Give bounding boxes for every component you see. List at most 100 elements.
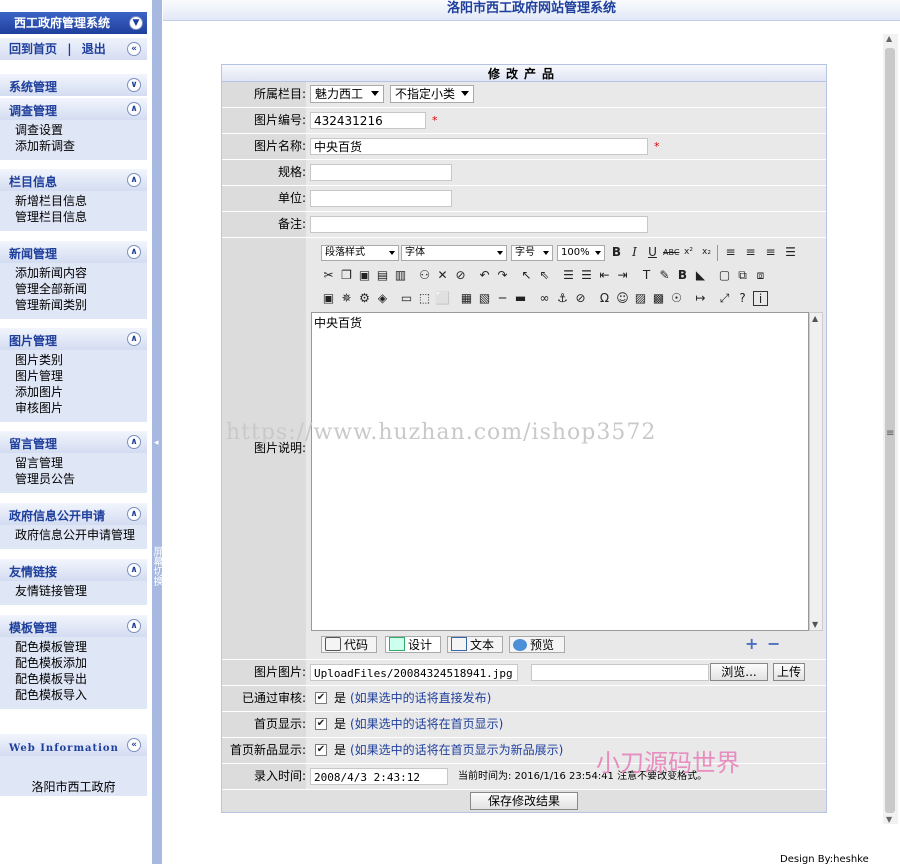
superscript-icon[interactable]: x² bbox=[681, 245, 696, 260]
mode-text-tab[interactable]: 文本 bbox=[447, 636, 503, 653]
sidebar-item[interactable]: 管理新闻类别 bbox=[15, 297, 147, 313]
chevron-up-icon[interactable]: ∧ bbox=[127, 619, 141, 633]
unordered-list-icon[interactable]: ☰ bbox=[579, 268, 594, 283]
sidebar-item[interactable]: 管理全部新闻 bbox=[15, 281, 147, 297]
media-icon[interactable]: ⚙ bbox=[357, 291, 372, 306]
logout-link[interactable]: 退出 bbox=[82, 42, 106, 56]
layer-icon[interactable]: ⧉ bbox=[735, 268, 750, 283]
textarea-icon[interactable]: ⬚ bbox=[417, 291, 432, 306]
template-icon[interactable]: ▩ bbox=[651, 291, 666, 306]
sidebar-item[interactable]: 配色模板管理 bbox=[15, 639, 147, 655]
sidebar-item[interactable]: 留言管理 bbox=[15, 455, 147, 471]
chevron-up-icon[interactable]: ∧ bbox=[127, 563, 141, 577]
browse-button[interactable]: 浏览... bbox=[710, 663, 768, 681]
align-right-icon[interactable]: ≡ bbox=[763, 245, 778, 260]
sidebar-item[interactable]: 配色模板导出 bbox=[15, 671, 147, 687]
approved-checkbox[interactable]: ✔ bbox=[315, 692, 327, 704]
flash-icon[interactable]: ✵ bbox=[339, 291, 354, 306]
note-input[interactable] bbox=[310, 216, 648, 233]
image-icon[interactable]: ▣ bbox=[321, 291, 336, 306]
table-icon[interactable]: ▦ bbox=[459, 291, 474, 306]
pointer-icon[interactable]: ↖ bbox=[519, 268, 534, 283]
mode-preview-tab[interactable]: 预览 bbox=[509, 636, 565, 653]
subcategory-select[interactable]: 不指定小类 bbox=[390, 85, 474, 103]
highlight-icon[interactable]: ✎ bbox=[657, 268, 672, 283]
group-header[interactable]: 系统管理 ∨ bbox=[0, 74, 147, 96]
group-header[interactable]: 模板管理 ∧ bbox=[0, 615, 147, 637]
horizontal-rule-icon[interactable]: ─ bbox=[495, 291, 510, 306]
chevron-down-icon[interactable]: ∨ bbox=[127, 78, 141, 92]
background-color-icon[interactable]: B bbox=[675, 268, 690, 283]
scroll-down-icon[interactable]: ▼ bbox=[812, 620, 818, 629]
unlink-icon[interactable]: ⊘ bbox=[573, 291, 588, 306]
anchor-icon[interactable]: ⚓ bbox=[555, 291, 570, 306]
group-header[interactable]: 留言管理 ∧ bbox=[0, 431, 147, 453]
code-input[interactable]: 432431216 bbox=[310, 112, 426, 129]
sidebar-item[interactable]: 添加新调查 bbox=[15, 138, 147, 154]
frame-icon[interactable]: ▢ bbox=[717, 268, 732, 283]
sidebar-item[interactable]: 图片类别 bbox=[15, 352, 147, 368]
paragraph-style-select[interactable]: 段落样式 bbox=[321, 245, 399, 261]
group-header[interactable]: 调查管理 ∧ bbox=[0, 98, 147, 120]
screen-switch-bar[interactable]: ◂ 屏幕切换 bbox=[151, 0, 162, 864]
scroll-up-icon[interactable]: ▲ bbox=[886, 34, 892, 43]
sidebar-item[interactable]: 调查设置 bbox=[15, 122, 147, 138]
chevron-left-icon[interactable]: « bbox=[127, 738, 141, 752]
new-item-checkbox[interactable]: ✔ bbox=[315, 744, 327, 756]
eraser-icon[interactable]: ⊘ bbox=[453, 268, 468, 283]
image-path-input[interactable]: UploadFiles/20084324518941.jpg bbox=[310, 664, 518, 681]
button-icon[interactable]: ▬ bbox=[513, 291, 528, 306]
font-size-select[interactable]: 字号 bbox=[511, 245, 553, 261]
absolute-pointer-icon[interactable]: ⇖ bbox=[537, 268, 552, 283]
subscript-icon[interactable]: x₂ bbox=[699, 245, 714, 260]
outdent-icon[interactable]: ⇤ bbox=[597, 268, 612, 283]
chevron-up-icon[interactable]: ∧ bbox=[127, 332, 141, 346]
chevron-up-icon[interactable]: ∧ bbox=[127, 245, 141, 259]
align-center-icon[interactable]: ≡ bbox=[743, 245, 758, 260]
redo-icon[interactable]: ↷ bbox=[495, 268, 510, 283]
group-header[interactable]: 新闻管理 ∧ bbox=[0, 241, 147, 263]
scroll-down-icon[interactable]: ▼ bbox=[886, 815, 892, 824]
strikethrough-icon[interactable]: ABC bbox=[663, 245, 679, 260]
screen-switch-text[interactable]: 屏幕切换 bbox=[151, 546, 162, 586]
layer-back-icon[interactable]: ⧈ bbox=[753, 268, 768, 283]
date-icon[interactable]: ▧ bbox=[477, 291, 492, 306]
sidebar-item[interactable]: 友情链接管理 bbox=[15, 583, 147, 599]
sidebar-item[interactable]: 配色模板添加 bbox=[15, 655, 147, 671]
name-input[interactable]: 中央百货 bbox=[310, 138, 648, 155]
scroll-up-icon[interactable]: ▲ bbox=[812, 314, 818, 323]
group-header[interactable]: 友情链接 ∧ bbox=[0, 559, 147, 581]
expand-icon[interactable]: + bbox=[745, 636, 758, 652]
group-header[interactable]: Web Information « bbox=[0, 734, 147, 756]
group-header[interactable]: 政府信息公开申请 ∧ bbox=[0, 503, 147, 525]
sidebar-item[interactable]: 新增栏目信息 bbox=[15, 193, 147, 209]
unit-input[interactable] bbox=[310, 190, 452, 207]
paste-text-icon[interactable]: ▤ bbox=[375, 268, 390, 283]
info-icon[interactable]: i bbox=[753, 291, 768, 306]
chevron-up-icon[interactable]: ∧ bbox=[127, 173, 141, 187]
category-select[interactable]: 魅力西工 bbox=[310, 85, 384, 103]
file-input[interactable] bbox=[531, 664, 709, 681]
collapse-all-icon[interactable]: ▼ bbox=[129, 16, 143, 30]
indent-icon[interactable]: ⇥ bbox=[615, 268, 630, 283]
delete-icon[interactable]: ✕ bbox=[435, 268, 450, 283]
paste-icon[interactable]: ▣ bbox=[357, 268, 372, 283]
align-left-icon[interactable]: ≡ bbox=[723, 245, 738, 260]
brush-icon[interactable]: ◣ bbox=[693, 268, 708, 283]
sidebar-item[interactable]: 管理栏目信息 bbox=[15, 209, 147, 225]
help-icon[interactable]: ? bbox=[735, 291, 750, 306]
find-icon[interactable]: ⚇ bbox=[417, 268, 432, 283]
chevron-up-icon[interactable]: ∧ bbox=[127, 102, 141, 116]
emoticon-icon[interactable]: ☺ bbox=[615, 291, 630, 306]
zoom-select[interactable]: 100% bbox=[557, 245, 605, 261]
ordered-list-icon[interactable]: ☰ bbox=[561, 268, 576, 283]
input-box-icon[interactable]: ▭ bbox=[399, 291, 414, 306]
italic-icon[interactable]: I bbox=[627, 245, 642, 260]
shrink-icon[interactable]: − bbox=[767, 636, 780, 652]
replace-icon[interactable]: ☉ bbox=[669, 291, 684, 306]
sidebar-item[interactable]: 审核图片 bbox=[15, 400, 147, 416]
triangle-left-icon[interactable]: ◂ bbox=[154, 438, 159, 448]
time-input[interactable]: 2008/4/3 2:43:12 bbox=[310, 768, 448, 785]
chevron-left-icon[interactable]: « bbox=[127, 42, 141, 56]
chevron-up-icon[interactable]: ∧ bbox=[127, 507, 141, 521]
